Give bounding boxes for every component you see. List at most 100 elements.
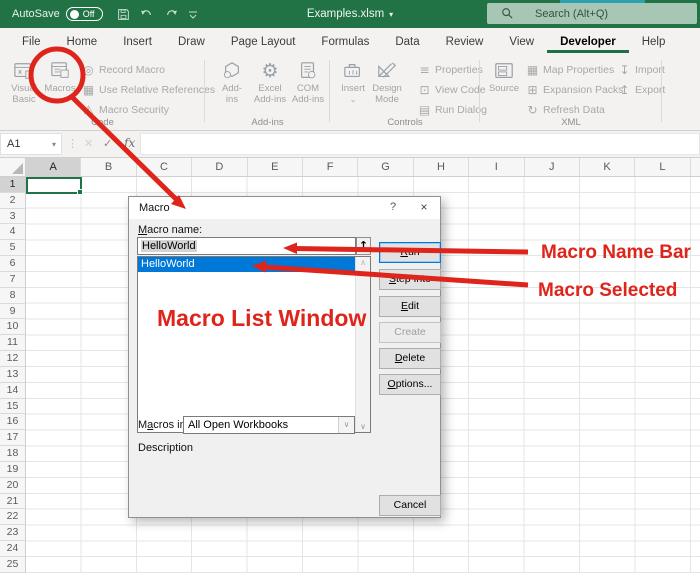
column-header-F[interactable]: F — [303, 158, 359, 176]
dialog-close-icon[interactable]: × — [416, 200, 432, 214]
row-header-11[interactable]: 11 — [0, 335, 25, 352]
autosave-control[interactable]: AutoSave Off — [12, 7, 103, 21]
com-addins-button[interactable]: COM Add-ins — [290, 58, 326, 105]
tab-view[interactable]: View — [496, 30, 547, 53]
document-title-caret-icon[interactable]: ▾ — [389, 10, 393, 19]
column-header-K[interactable]: K — [580, 158, 636, 176]
macro-list[interactable]: HelloWorld ∧ ∨ — [137, 256, 371, 433]
row-header-10[interactable]: 10 — [0, 319, 25, 336]
tab-formulas[interactable]: Formulas — [308, 30, 382, 53]
row-header-13[interactable]: 13 — [0, 367, 25, 383]
tab-page-layout[interactable]: Page Layout — [218, 30, 309, 53]
row-header-3[interactable]: 3 — [0, 209, 25, 225]
row-header-20[interactable]: 20 — [0, 478, 25, 494]
selected-cell-a1[interactable] — [26, 177, 83, 195]
use-relative-references-button[interactable]: ▦ Use Relative References — [82, 80, 215, 100]
design-mode-button[interactable]: Design Mode — [369, 58, 405, 105]
row-header-7[interactable]: 7 — [0, 272, 25, 288]
row-header-8[interactable]: 8 — [0, 288, 25, 304]
row-header-21[interactable]: 21 — [0, 494, 25, 510]
row-header-16[interactable]: 16 — [0, 414, 25, 431]
map-properties-button[interactable]: ▦ Map Properties — [526, 60, 624, 80]
row-header-4[interactable]: 4 — [0, 224, 25, 241]
insert-control-button[interactable]: Insert ⌄ — [335, 58, 371, 105]
row-header-9[interactable]: 9 — [0, 304, 25, 320]
options-button[interactable]: Options... — [379, 374, 441, 395]
run-button[interactable]: Run — [379, 242, 441, 263]
column-header-L[interactable]: L — [635, 158, 691, 176]
tab-file[interactable]: File — [9, 30, 54, 53]
dialog-help-icon[interactable]: ? — [386, 201, 400, 213]
row-header-25[interactable]: 25 — [0, 557, 25, 573]
macros-in-dropdown[interactable]: All Open Workbooks ∨ — [183, 416, 355, 434]
save-icon[interactable] — [117, 8, 130, 21]
column-header-H[interactable]: H — [414, 158, 470, 176]
row-header-12[interactable]: 12 — [0, 351, 25, 367]
name-box-dropdown-icon[interactable]: ▾ — [52, 140, 56, 149]
column-header-B[interactable]: B — [81, 158, 137, 176]
tab-data[interactable]: Data — [382, 30, 432, 53]
row-header-24[interactable]: 24 — [0, 541, 25, 557]
list-scrollbar[interactable]: ∧ ∨ — [355, 257, 370, 432]
name-box[interactable]: A1 ▾ — [0, 133, 62, 155]
column-header-I[interactable]: I — [469, 158, 525, 176]
tab-developer[interactable]: Developer — [547, 30, 629, 53]
visual-basic-button[interactable]: Visual Basic — [6, 58, 42, 105]
column-header-E[interactable]: E — [248, 158, 303, 176]
row-header-18[interactable]: 18 — [0, 446, 25, 462]
row-header-19[interactable]: 19 — [0, 462, 25, 478]
source-button[interactable]: Source — [486, 58, 522, 95]
properties-button[interactable]: ≡ Properties — [418, 60, 487, 80]
document-title[interactable]: Examples.xlsm — [307, 8, 384, 20]
addins-button[interactable]: Add- ins — [214, 58, 250, 105]
row-header-23[interactable]: 23 — [0, 525, 25, 542]
expansion-packs-button[interactable]: ⊞ Expansion Packs — [526, 80, 623, 100]
tab-review[interactable]: Review — [433, 30, 497, 53]
scrollbar-up-icon[interactable]: ∧ — [356, 258, 370, 267]
column-header-J[interactable]: J — [525, 158, 580, 176]
macro-list-item-selected[interactable]: HelloWorld — [138, 257, 356, 272]
confirm-entry-icon[interactable]: ✓ — [103, 137, 112, 150]
column-header-G[interactable]: G — [358, 158, 414, 176]
macros-button[interactable]: Macros — [42, 58, 78, 95]
cancel-entry-icon[interactable]: ✕ — [84, 137, 93, 150]
insert-function-icon[interactable]: fx — [124, 136, 135, 150]
record-macro-button[interactable]: ◎ Record Macro — [82, 60, 215, 80]
column-header-C[interactable]: C — [137, 158, 193, 176]
row-header-17[interactable]: 17 — [0, 430, 25, 447]
column-header-D[interactable]: D — [192, 158, 248, 176]
import-button[interactable]: ↧ Import — [618, 60, 665, 80]
macro-name-input[interactable]: HelloWorld — [137, 237, 356, 255]
delete-button[interactable]: Delete — [379, 348, 441, 369]
undo-icon[interactable] — [140, 8, 154, 20]
cancel-button[interactable]: Cancel — [379, 495, 441, 516]
tab-draw[interactable]: Draw — [165, 30, 218, 53]
row-header-5[interactable]: 5 — [0, 240, 25, 257]
redo-icon[interactable] — [164, 8, 178, 20]
edit-button[interactable]: Edit — [379, 296, 441, 317]
tab-insert[interactable]: Insert — [110, 30, 165, 53]
select-all-corner[interactable] — [0, 158, 26, 177]
row-header-22[interactable]: 22 — [0, 509, 25, 526]
excel-addins-button[interactable]: ⚙ Excel Add-ins — [252, 58, 288, 105]
dropdown-chevron-icon[interactable]: ∨ — [338, 417, 354, 433]
autosave-toggle[interactable]: Off — [65, 7, 103, 21]
row-header-2[interactable]: 2 — [0, 193, 25, 209]
scroll-up-button[interactable]: ↑ — [356, 237, 371, 255]
column-header-A[interactable]: A — [26, 158, 82, 176]
view-code-button[interactable]: ⊡ View Code — [418, 80, 487, 100]
tab-home[interactable]: Home — [54, 30, 111, 53]
insert-dropdown-icon[interactable]: ⌄ — [335, 95, 371, 106]
export-button[interactable]: ↥ Export — [618, 80, 665, 100]
row-header-15[interactable]: 15 — [0, 399, 25, 415]
tab-help[interactable]: Help — [629, 30, 679, 53]
row-header-14[interactable]: 14 — [0, 383, 25, 399]
addins-label-1: Add- — [221, 83, 243, 94]
customize-toolbar-icon[interactable] — [188, 9, 198, 19]
row-header-6[interactable]: 6 — [0, 256, 25, 272]
search-bar[interactable]: Search (Alt+Q) — [487, 3, 697, 24]
step-into-button[interactable]: Step Into — [379, 269, 441, 290]
scrollbar-down-icon[interactable]: ∨ — [356, 422, 370, 431]
formula-input[interactable] — [140, 133, 700, 155]
row-header-1[interactable]: 1 — [0, 177, 25, 193]
